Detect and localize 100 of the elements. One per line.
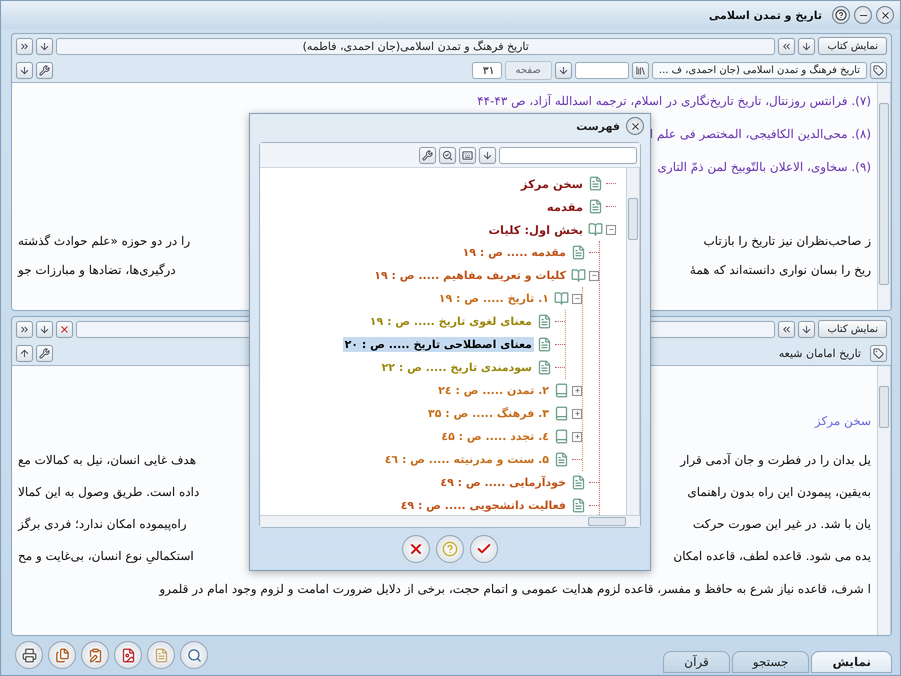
scrollbar[interactable] — [877, 83, 891, 310]
expand-button[interactable] — [778, 38, 796, 54]
down-button[interactable] — [16, 62, 33, 78]
search-button[interactable] — [439, 146, 456, 164]
tree-item[interactable]: ۳. فرهنگ ..... ص : ۳۵ — [426, 406, 551, 421]
text-line: استکمالیِ نوع انسان، بی‌غایت و مح — [18, 549, 194, 563]
tree-item[interactable]: ۲. تمدن ..... ص : ۲٤ — [436, 383, 551, 398]
book-button[interactable] — [48, 641, 76, 669]
dropdown-button[interactable] — [554, 62, 572, 78]
text-line: داده است. طریق وصول به این کمالا — [18, 485, 200, 499]
search-field[interactable] — [499, 146, 637, 164]
close-icon — [630, 120, 640, 132]
text-line: راه‌پیموده امکان ندارد؛ فردی برگز — [18, 517, 187, 531]
expand-button[interactable] — [16, 320, 33, 338]
settings-button[interactable] — [36, 62, 53, 78]
dropdown-button[interactable] — [36, 320, 53, 338]
book-title-field[interactable]: تاریخ فرهنگ و تمدن اسلامی(جان احمدی، فاطمه) — [56, 38, 776, 54]
tag-icon — [873, 64, 884, 76]
note-button[interactable] — [81, 641, 109, 669]
search-button[interactable] — [180, 641, 208, 669]
expand-toggle[interactable] — [572, 386, 582, 396]
dropdown-button[interactable] — [798, 320, 816, 338]
settings-button[interactable] — [419, 146, 436, 164]
tag-button[interactable] — [870, 62, 887, 78]
keyboard-icon — [462, 150, 473, 160]
arrow-down-icon — [482, 150, 493, 160]
document-icon — [154, 648, 168, 662]
book-icon — [554, 383, 569, 398]
up-button[interactable] — [16, 344, 33, 362]
open-book-icon — [571, 268, 586, 283]
document-icon — [537, 360, 552, 375]
plus-icon — [574, 410, 580, 417]
plus-icon — [574, 387, 580, 394]
book-field[interactable]: تاریخ امامان شیعه — [772, 344, 867, 362]
text-line: به‌یقین، پیمودن این راه بدون راهنمای — [687, 485, 871, 499]
tree-item[interactable]: ۱. تاریخ ..... ص : ۱۹ — [436, 291, 551, 306]
tree-item[interactable]: ٤. تجدد ..... ص : ٤۵ — [439, 429, 551, 444]
page-field[interactable]: ۳۱ — [472, 62, 502, 78]
show-book-button[interactable]: نمایش کتاب — [818, 320, 887, 338]
tag-icon — [873, 348, 884, 358]
tree-item[interactable]: خودآزمایی ..... ص : ٤۹ — [438, 475, 568, 490]
expand-button[interactable] — [16, 38, 33, 54]
scrollbar[interactable] — [877, 366, 891, 635]
tab[interactable]: نمایش — [811, 651, 892, 673]
tree-item[interactable]: فعالیت دانشجویی ..... ص : ٤۹ — [398, 498, 568, 513]
close-button[interactable] — [876, 6, 894, 24]
tree-item[interactable]: معنای اصطلاحی تاریخ ..... ص : ۲۰ — [342, 337, 534, 352]
tree-item[interactable]: ۵. سنت و مدرنیته ..... ص : ٤٦ — [382, 452, 551, 467]
scrollbar[interactable] — [260, 515, 640, 527]
arrow-down-icon — [801, 324, 812, 334]
dropdown-button[interactable] — [798, 38, 816, 54]
ok-button[interactable] — [470, 535, 498, 563]
help-button[interactable] — [832, 6, 850, 24]
tree-item[interactable]: مقدمه — [544, 198, 585, 214]
window-title: تاریخ و تمدن اسلامی — [708, 8, 822, 22]
image-button[interactable] — [114, 641, 142, 669]
text-line: ا شرف، قاعده نیاز شرع به حافظ و مفسر، قاعده لزوم هدایت عمومی و اتمام حجت، برخی از دلایل ضرورت امامت و لزوم وجود امام در قلمرو — [159, 582, 871, 596]
book-field[interactable]: تاریخ فرهنگ و تمدن اسلامی (جان احمدی، ف ... — [652, 62, 867, 78]
cancel-button[interactable] — [402, 535, 430, 563]
expand-toggle[interactable] — [589, 270, 599, 280]
help-icon — [442, 541, 458, 557]
expand-button[interactable] — [778, 320, 796, 338]
footnote: (۹). سخاوی، الاعلان بالتّوبیخ لمن ذمّ التاری — [658, 159, 871, 176]
dialog-title: فهرست — [576, 120, 620, 132]
text-line: هدف غایی انسان، نیل به کمالات مع — [18, 453, 196, 467]
library-button[interactable] — [632, 62, 649, 78]
document-icon — [588, 176, 603, 191]
keyboard-button[interactable] — [459, 146, 476, 164]
tree-item[interactable]: سخن مرکز — [518, 176, 585, 192]
expand-toggle[interactable] — [572, 432, 582, 442]
dropdown-button[interactable] — [36, 38, 53, 54]
close-button[interactable] — [626, 117, 644, 135]
expand-toggle[interactable] — [572, 294, 582, 304]
open-book-icon — [588, 222, 603, 237]
text-line: یل بدان را در فطرت و جان آدمی قرار — [680, 453, 871, 467]
clipboard-pen-icon — [88, 648, 102, 662]
tree-item[interactable]: کلیات و تعریف مفاهیم ..... ص : ۱۹ — [372, 268, 568, 283]
plus-icon — [574, 433, 580, 440]
tab[interactable]: جستجو — [732, 651, 810, 673]
text-line: یان با شد. در غیر این صورت حرکت — [692, 517, 871, 531]
print-button[interactable] — [15, 641, 43, 669]
expand-toggle[interactable] — [606, 224, 616, 234]
settings-button[interactable] — [36, 344, 53, 362]
minimize-button[interactable] — [854, 6, 872, 24]
dropdown-button[interactable] — [479, 146, 496, 164]
tree-item[interactable]: بخش اول: کلیات — [486, 222, 585, 238]
arrow-down-icon — [39, 324, 50, 334]
open-book-icon — [554, 291, 569, 306]
tab[interactable]: قرآن — [663, 651, 730, 673]
expand-toggle[interactable] — [572, 408, 582, 418]
footnote: (۸). محی‌الدین الکافیجی، المختصر فی علم ا — [650, 126, 871, 143]
book-icon — [554, 429, 569, 444]
image-file-icon — [120, 648, 136, 662]
search-icon — [442, 150, 453, 160]
tree-item[interactable]: مقدمه ..... ص : ۱۹ — [460, 245, 568, 260]
tag-button[interactable] — [870, 344, 887, 362]
close-button[interactable] — [56, 320, 73, 338]
search-field[interactable] — [574, 62, 629, 78]
scrollbar[interactable] — [626, 168, 640, 515]
show-book-button[interactable]: نمایش کتاب — [818, 37, 887, 55]
